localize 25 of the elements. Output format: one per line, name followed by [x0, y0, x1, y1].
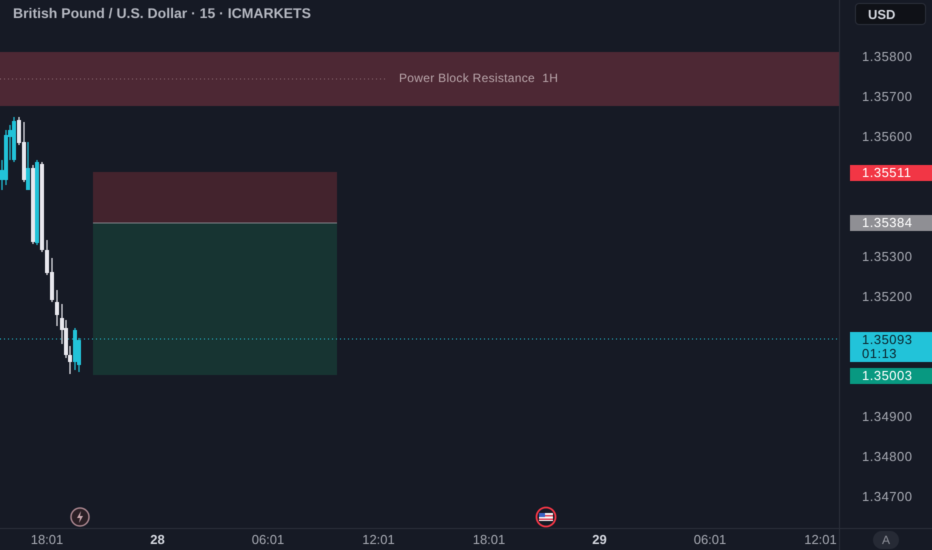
flag-icon[interactable] [535, 506, 557, 528]
time-label: 06:01 [694, 532, 726, 547]
price-label: 1.35384 [850, 215, 932, 232]
currency-button[interactable]: USD [855, 3, 926, 25]
price-tick: 1.34900 [862, 409, 912, 425]
time-label: 28 [150, 532, 165, 547]
price-label: 1.35511 [850, 164, 932, 181]
price-tick: 1.35800 [862, 49, 912, 65]
time-label: 18:01 [30, 532, 64, 547]
time-label: 18:01 [472, 532, 506, 547]
price-label: 1.35003 [850, 368, 932, 384]
price-tick: 1.35600 [862, 129, 912, 145]
time-label: 12:01 [804, 532, 837, 547]
lightning-icon[interactable] [69, 506, 91, 528]
auto-scale-button[interactable]: A [873, 530, 899, 548]
price-tick: 1.35700 [862, 89, 912, 105]
price-tick: 1.34700 [862, 489, 912, 505]
price-tick: 1.34800 [862, 449, 912, 465]
time-label: 06:01 [252, 532, 284, 547]
price-label: 1.35093 01:13 [850, 332, 932, 362]
time-label: 12:01 [362, 532, 395, 547]
time-label: 29 [592, 532, 607, 547]
price-tick: 1.35200 [862, 289, 912, 305]
chart-title: British Pound / U.S. Dollar · 15 · ICMARKETS [13, 5, 311, 21]
price-tick: 1.35300 [862, 249, 912, 265]
